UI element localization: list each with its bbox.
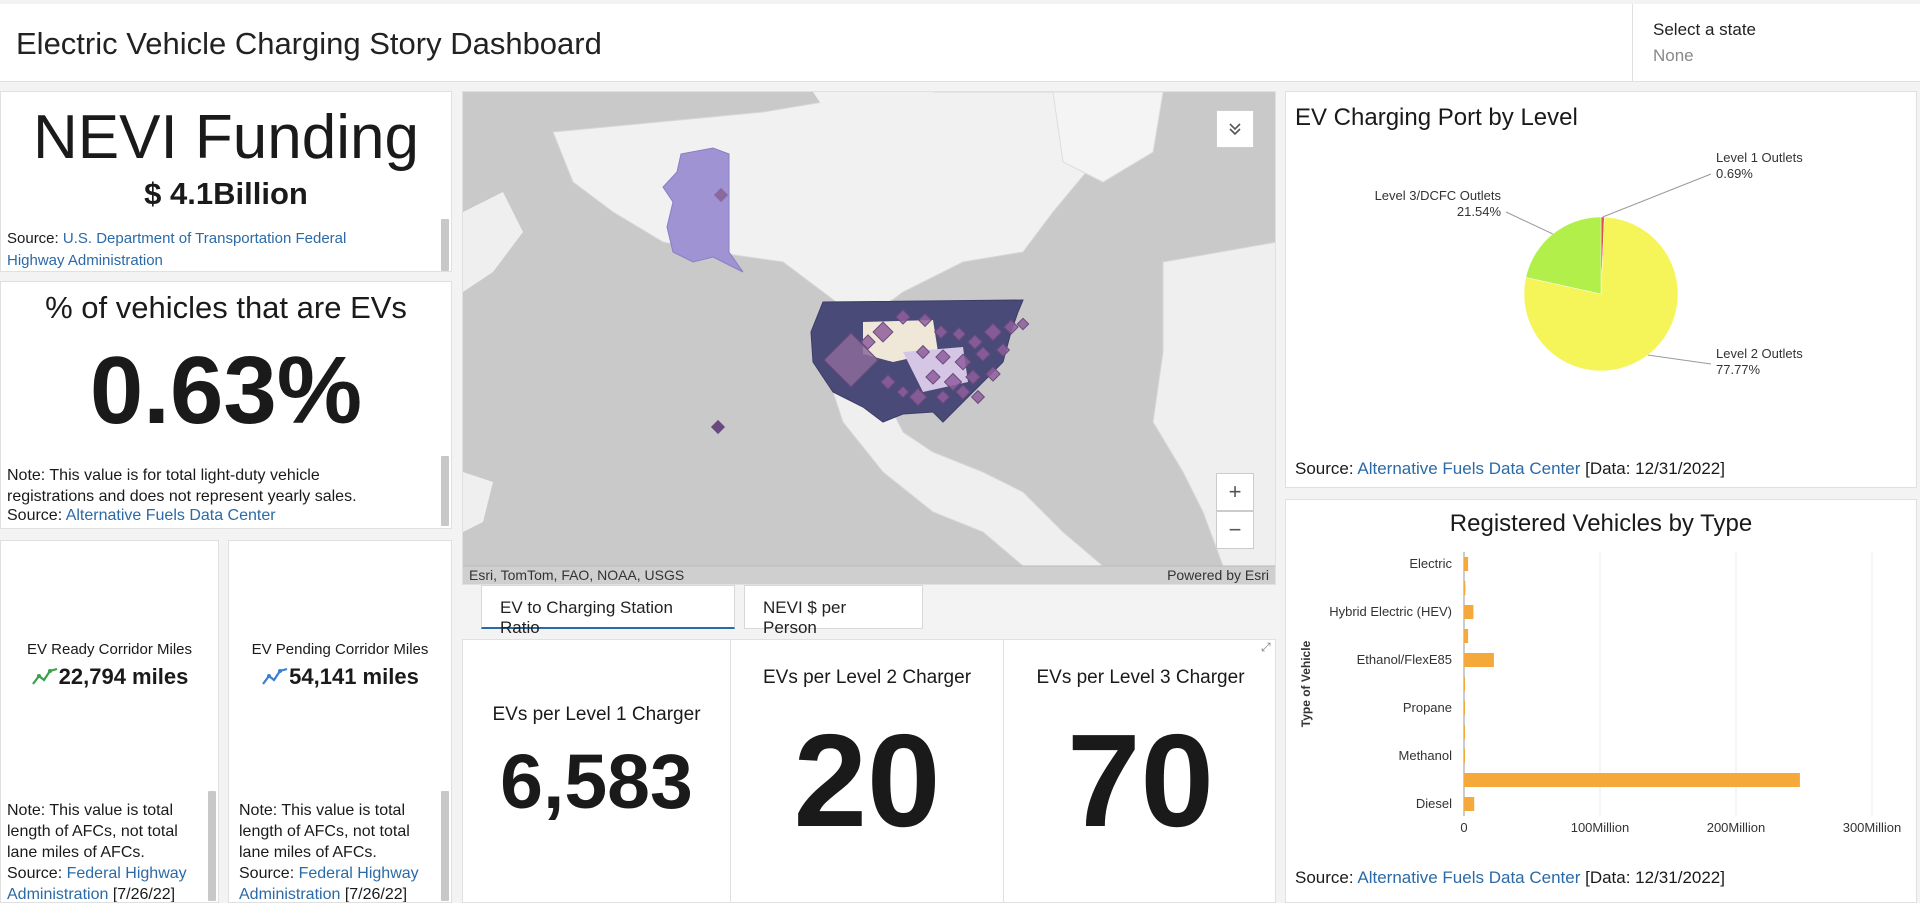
- state-selector-label: Select a state: [1653, 20, 1757, 39]
- kpi-level3-label: EVs per Level 3 Charger: [1036, 667, 1245, 688]
- tab-bar: EV to Charging Station Ratio NEVI $ per …: [462, 585, 1276, 637]
- bar-chart-title: Registered Vehicles by Type: [1449, 510, 1753, 537]
- kpi-level3-value: 70: [1067, 707, 1214, 854]
- ev-pending-corridor-source: Source: Federal Highway Administration […: [239, 865, 419, 903]
- ev-percentage-source: Source: Alternative Fuels Data Center: [7, 507, 276, 524]
- category-label: Propane: [1403, 700, 1452, 715]
- tab-nevi-per-person[interactable]: NEVI $ per Person: [744, 585, 923, 637]
- ev-ready-corridor-value-row: 22,794 miles: [1, 664, 218, 690]
- pie-chart-title: EV Charging Port by Level: [1295, 104, 1578, 131]
- nevi-funding-panel: NEVI Funding $ 4.1Billion Source: U.S. D…: [0, 91, 452, 272]
- pie-source-link[interactable]: Alternative Fuels Data Center: [1357, 459, 1580, 478]
- pie-chart[interactable]: Level 1 Outlets0.69% Level 2 Outlets77.77…: [1286, 132, 1917, 462]
- ev-pending-corridor-title: EV Pending Corridor Miles: [251, 641, 429, 658]
- scrollbar[interactable]: [441, 791, 449, 901]
- bar[interactable]: [1464, 773, 1800, 787]
- map-view[interactable]: [463, 92, 1276, 585]
- dashboard-title: Electric Vehicle Charging Story Dashboar…: [16, 26, 602, 61]
- category-label: Hybrid Electric (HEV): [1329, 604, 1452, 619]
- category-label: Electric: [1409, 556, 1452, 571]
- expand-icon[interactable]: ⤢: [1261, 640, 1275, 656]
- zoom-out-button[interactable]: −: [1216, 511, 1254, 549]
- category-label: Methanol: [1399, 748, 1453, 763]
- tab-ev-charging-ratio[interactable]: EV to Charging Station Ratio: [481, 585, 735, 637]
- pie-source: Source: Alternative Fuels Data Center [D…: [1295, 459, 1725, 478]
- kpi-level3: EVs per Level 3 Charger 70: [1004, 640, 1275, 902]
- ev-pending-corridor-panel: EV Pending Corridor Miles 54,141 miles N…: [228, 540, 452, 903]
- ev-ready-corridor-title: EV Ready Corridor Miles: [26, 641, 193, 658]
- trend-line-icon: [262, 667, 288, 685]
- kpi-level1-label: EVs per Level 1 Charger: [492, 704, 701, 725]
- x-tick-label: 100Million: [1571, 820, 1630, 835]
- charging-port-panel: EV Charging Port by Level Level 1 Outlet…: [1285, 91, 1917, 488]
- map-panel[interactable]: + − Esri, TomTom, FAO, NOAA, USGS Powere…: [462, 91, 1276, 585]
- ev-percentage-note: Note: This value is for total light-duty…: [7, 467, 357, 505]
- pie-value-label: 0.69%: [1716, 166, 1753, 181]
- bar[interactable]: [1464, 677, 1465, 691]
- y-axis-label: Type of Vehicle: [1299, 640, 1313, 727]
- registered-vehicles-panel: Registered Vehicles by Type 0 100Million 2…: [1285, 499, 1917, 903]
- bar[interactable]: [1464, 629, 1469, 643]
- kpi-level1: EVs per Level 1 Charger 6,583: [463, 640, 731, 902]
- x-tick-label: 300Million: [1843, 820, 1902, 835]
- scrollbar[interactable]: [441, 456, 449, 526]
- ev-percentage-value: 0.63%: [89, 337, 363, 444]
- nevi-funding-value: $ 4.1Billion: [144, 176, 308, 211]
- category-label: Diesel: [1416, 796, 1452, 811]
- category-label: Ethanol/FlexE85: [1357, 652, 1452, 667]
- bar[interactable]: [1464, 557, 1469, 571]
- ev-percentage-source-link[interactable]: Alternative Fuels Data Center: [66, 507, 276, 524]
- map-attribution: Esri, TomTom, FAO, NOAA, USGS: [469, 567, 685, 583]
- powered-by-esri: Powered by Esri: [1167, 567, 1269, 583]
- bar-source: Source: Alternative Fuels Data Center [D…: [1295, 868, 1725, 887]
- scrollbar[interactable]: [208, 791, 216, 901]
- ev-pending-corridor-note: Note: This value is total length of AFCs…: [239, 802, 410, 861]
- bar[interactable]: [1464, 749, 1465, 763]
- kpi-level2-value: 20: [793, 707, 941, 854]
- pie-leader-line: [1647, 354, 1712, 365]
- charger-kpi-panel: EVs per Level 1 Charger 6,583 EVs per Le…: [462, 639, 1276, 903]
- ev-ready-corridor-value: 22,794 miles: [58, 664, 189, 689]
- pie-value-label: 77.77%: [1716, 362, 1761, 377]
- x-tick-label: 200Million: [1707, 820, 1766, 835]
- trend-line-icon: [31, 667, 57, 685]
- pie-label: Level 3/DCFC Outlets: [1375, 188, 1502, 203]
- bar[interactable]: [1464, 725, 1465, 739]
- state-selector-value[interactable]: None: [1653, 46, 1920, 66]
- pie-label: Level 2 Outlets: [1716, 346, 1803, 361]
- state-selector[interactable]: Select a state None: [1632, 4, 1920, 82]
- pie-leader-line: [1602, 173, 1712, 218]
- x-tick-label: 0: [1460, 820, 1467, 835]
- bar-chart[interactable]: 0 100Million 200Million 300Million Electric H…: [1286, 544, 1917, 874]
- bar[interactable]: [1464, 701, 1465, 715]
- scrollbar[interactable]: [441, 219, 449, 271]
- bar[interactable]: [1464, 581, 1466, 595]
- ev-ready-corridor-source: Source: Federal Highway Administration […: [7, 865, 187, 903]
- ev-pending-corridor-value: 54,141 miles: [289, 664, 419, 689]
- bar[interactable]: [1464, 605, 1474, 619]
- ev-percentage-title: % of vehicles that are EVs: [45, 290, 407, 325]
- pie-value-label: 21.54%: [1457, 204, 1502, 219]
- nevi-source: Source: U.S. Department of Transportatio…: [7, 230, 347, 269]
- kpi-level2: EVs per Level 2 Charger 20: [731, 640, 1004, 902]
- pie-label: Level 1 Outlets: [1716, 150, 1803, 165]
- dashboard-header: Electric Vehicle Charging Story Dashboar…: [0, 4, 1920, 82]
- bar[interactable]: [1464, 797, 1475, 811]
- chevron-double-down-icon: [1229, 123, 1241, 136]
- bar-source-link[interactable]: Alternative Fuels Data Center: [1357, 868, 1580, 887]
- ev-pending-corridor-value-row: 54,141 miles: [229, 664, 451, 690]
- ev-percentage-panel: % of vehicles that are EVs 0.63% Note: T…: [0, 281, 452, 529]
- ev-ready-corridor-panel: EV Ready Corridor Miles 22,794 miles Not…: [0, 540, 219, 903]
- bar[interactable]: [1464, 653, 1494, 667]
- nevi-funding-title: NEVI Funding: [33, 103, 419, 172]
- zoom-in-button[interactable]: +: [1216, 473, 1254, 511]
- kpi-level2-label: EVs per Level 2 Charger: [762, 667, 972, 688]
- kpi-level1-value: 6,583: [500, 739, 693, 825]
- pie-leader-line: [1505, 211, 1553, 235]
- ev-ready-corridor-note: Note: This value is total length of AFCs…: [7, 802, 178, 861]
- collapse-map-button[interactable]: [1216, 110, 1254, 148]
